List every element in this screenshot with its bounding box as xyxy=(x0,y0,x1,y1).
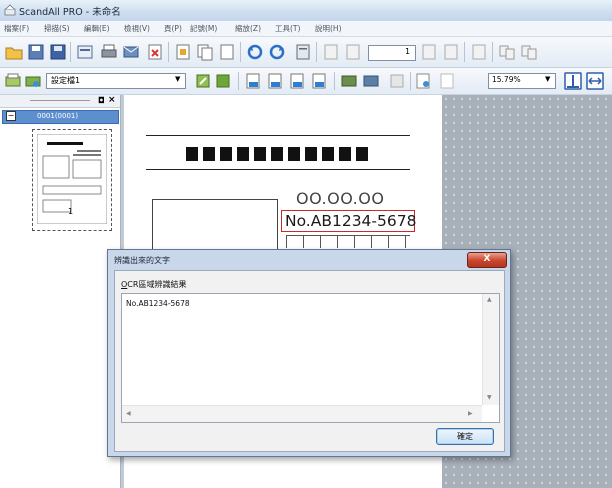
profile-manager-icon[interactable] xyxy=(214,72,232,90)
save-icon[interactable] xyxy=(27,43,45,61)
scan-icon[interactable] xyxy=(4,72,22,90)
chevron-down-icon: ▼ xyxy=(175,75,181,83)
send-icon[interactable] xyxy=(122,43,140,61)
insert-page-icon[interactable] xyxy=(174,43,192,61)
zoom-select[interactable]: 15.79% ▼ xyxy=(488,73,556,89)
page-thumbnail-number: 1 xyxy=(68,207,74,216)
merge-page-icon[interactable] xyxy=(520,43,538,61)
page-number-input[interactable]: 1 xyxy=(368,45,416,61)
previous-page-icon[interactable] xyxy=(344,43,362,61)
character-grid xyxy=(286,235,410,248)
menu-page[interactable]: 頁(P) xyxy=(164,23,182,34)
page-settings-icon[interactable] xyxy=(294,43,312,61)
menu-help[interactable]: 說明(H) xyxy=(315,23,342,34)
ocr-result-label-text: CR區域辨識結果 xyxy=(127,280,187,289)
dialog-close-button[interactable]: X xyxy=(467,252,507,268)
restore-icon[interactable]: ◘ xyxy=(98,96,105,105)
split-page-icon[interactable] xyxy=(498,43,516,61)
scroll-right-icon[interactable]: ▶ xyxy=(468,410,473,417)
menu-view[interactable]: 檢視(V) xyxy=(124,23,150,34)
ocr-selected-text: No.AB1234-5678 xyxy=(285,212,417,230)
zoom-in-icon[interactable] xyxy=(414,72,432,90)
scroll-left-icon[interactable]: ◀ xyxy=(126,410,131,417)
scan-to-print-icon[interactable] xyxy=(288,72,306,90)
save-as-icon[interactable] xyxy=(49,43,67,61)
menu-bar: 檔案(F) 掃描(S) 編輯(E) 檢視(V) 頁(P) 記號(M) 縮放(Z)… xyxy=(0,21,612,37)
scan-page-icon[interactable] xyxy=(470,43,488,61)
chevron-down-icon: ▼ xyxy=(545,75,551,83)
scan-to-file-icon[interactable] xyxy=(244,72,262,90)
next-page-icon[interactable] xyxy=(420,43,438,61)
delete-page-icon[interactable] xyxy=(146,43,164,61)
dialog-title: 辨識出來的文字 xyxy=(114,256,170,265)
thumbnail-tree-item[interactable]: − 0001(0001) xyxy=(2,110,119,124)
scan-to-mail-icon[interactable] xyxy=(266,72,284,90)
zoom-select-value: 15.79% xyxy=(492,75,521,84)
vertical-scrollbar[interactable]: ▲ ▼ xyxy=(482,294,499,405)
profile-select[interactable]: 設定檔1 ▼ xyxy=(46,73,186,89)
batch-scan-icon[interactable] xyxy=(340,72,358,90)
ocr-result-label: OCR區域辨識結果 xyxy=(121,279,186,290)
menu-zoom[interactable]: 縮放(Z) xyxy=(235,23,261,34)
open-folder-icon[interactable] xyxy=(5,43,23,61)
dialog-body: OCR區域辨識結果 No.AB1234-5678 ▲ ▼ ◀ ▶ 確定 xyxy=(114,270,505,452)
menu-tools[interactable]: 工具(T) xyxy=(275,23,300,34)
close-pane-icon[interactable]: × xyxy=(108,95,116,105)
scanner-app-icon xyxy=(4,4,16,16)
thumbnail-pane: ◘ × − 0001(0001) 1 xyxy=(0,95,121,488)
ocr-result-textarea[interactable]: No.AB1234-5678 ▲ ▼ ◀ ▶ xyxy=(121,293,500,423)
title-bar: ScandAll PRO - 未命名 xyxy=(0,0,612,21)
menu-edit[interactable]: 編輯(E) xyxy=(84,23,110,34)
scan-to-app-icon[interactable] xyxy=(310,72,328,90)
fit-width-icon[interactable] xyxy=(586,72,604,90)
batch-settings-icon[interactable] xyxy=(362,72,380,90)
profile-select-value: 設定檔1 xyxy=(51,76,81,85)
zoom-out-icon[interactable] xyxy=(438,72,456,90)
redacted-text-block xyxy=(186,147,368,161)
ocr-selection-box[interactable]: No.AB1234-5678 xyxy=(281,210,417,232)
ocr-result-dialog: 辨識出來的文字 X OCR區域辨識結果 No.AB1234-5678 ▲ ▼ ◀… xyxy=(107,249,511,457)
ok-button[interactable]: 確定 xyxy=(436,428,494,445)
stop-scan-icon[interactable] xyxy=(388,72,406,90)
horizontal-scrollbar[interactable]: ◀ ▶ xyxy=(122,405,482,422)
print-icon[interactable] xyxy=(100,43,118,61)
main-toolbar: 1 xyxy=(0,37,612,68)
rotate-left-icon[interactable] xyxy=(246,43,264,61)
tree-item-label: 0001(0001) xyxy=(37,112,79,120)
menu-file[interactable]: 檔案(F) xyxy=(4,23,29,34)
rule-line xyxy=(146,135,410,136)
thumbnail-pane-header: ◘ × xyxy=(0,95,120,108)
edit-profile-icon[interactable] xyxy=(194,72,212,90)
copy-page-icon[interactable] xyxy=(196,43,214,61)
blank-page-icon[interactable] xyxy=(218,43,236,61)
ocr-result-text: No.AB1234-5678 xyxy=(126,299,190,308)
window-title: ScandAll PRO - 未命名 xyxy=(19,7,121,18)
scroll-up-icon[interactable]: ▲ xyxy=(487,296,492,303)
code-text: OO.OO.OO xyxy=(296,189,385,208)
menu-mark[interactable]: 記號(M) xyxy=(190,23,217,34)
rule-line xyxy=(146,169,410,170)
last-page-icon[interactable] xyxy=(442,43,460,61)
page-number-value: 1 xyxy=(405,47,411,56)
scan-toolbar: 設定檔1 ▼ 15.79% ▼ xyxy=(0,68,612,95)
rotate-right-icon[interactable] xyxy=(268,43,286,61)
properties-icon[interactable] xyxy=(76,43,94,61)
collapse-icon[interactable]: − xyxy=(6,111,16,121)
first-page-icon[interactable] xyxy=(322,43,340,61)
scroll-down-icon[interactable]: ▼ xyxy=(487,394,492,401)
fit-page-icon[interactable] xyxy=(564,72,582,90)
scan-settings-icon[interactable] xyxy=(24,72,42,90)
menu-scan[interactable]: 掃描(S) xyxy=(44,23,70,34)
